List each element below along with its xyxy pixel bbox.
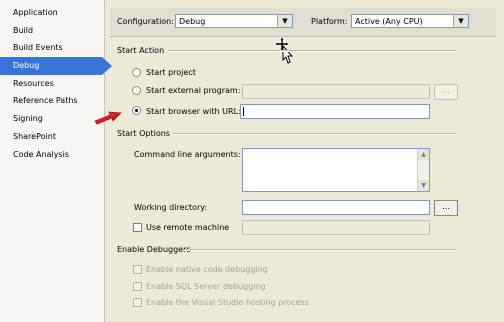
sidebar-item-resources[interactable]: Resources: [0, 75, 104, 93]
enable-debuggers-heading: Enable Debuggers: [117, 245, 191, 254]
project-properties-sidebar: Application Build Build Events Debug Res…: [0, 0, 112, 322]
divider: [168, 50, 456, 52]
native-debugging-checkbox[interactable]: [133, 265, 142, 274]
configuration-select[interactable]: Debug ▼: [175, 14, 293, 28]
sidebar-item-code-analysis[interactable]: Code Analysis: [0, 146, 104, 164]
working-directory-browse-button[interactable]: ...: [434, 200, 458, 216]
scroll-up-icon[interactable]: ▲: [418, 149, 429, 160]
chevron-down-icon[interactable]: ▼: [277, 15, 292, 27]
sidebar-item-build-events[interactable]: Build Events: [0, 39, 104, 57]
start-project-label[interactable]: Start project: [146, 68, 196, 77]
arrow-icon: [94, 111, 122, 125]
start-project-radio[interactable]: [132, 68, 141, 77]
platform-select[interactable]: Active (Any CPU) ▼: [351, 14, 469, 28]
start-browser-url-radio[interactable]: [132, 106, 141, 115]
working-directory-label: Working directory:: [134, 203, 208, 212]
sidebar-item-sharepoint[interactable]: SharePoint: [0, 128, 104, 146]
chevron-down-icon[interactable]: ▼: [453, 15, 468, 27]
vertical-scrollbar[interactable]: ▲ ▼: [417, 149, 429, 191]
start-external-program-label[interactable]: Start external program:: [146, 86, 240, 95]
configuration-label: Configuration:: [117, 17, 174, 26]
start-options-heading: Start Options: [117, 129, 170, 138]
start-browser-url-label[interactable]: Start browser with URL:: [146, 107, 241, 116]
native-debugging-label: Enable native code debugging: [146, 265, 268, 274]
use-remote-machine-label[interactable]: Use remote machine: [146, 223, 229, 232]
divider: [172, 133, 456, 135]
configuration-value: Debug: [179, 17, 206, 26]
browser-url-field[interactable]: [240, 104, 430, 119]
platform-label: Platform:: [311, 17, 348, 26]
start-action-heading: Start Action: [117, 46, 165, 55]
sql-debugging-label: Enable SQL Server debugging: [146, 282, 266, 291]
sidebar-item-debug[interactable]: Debug: [0, 57, 112, 75]
text-caret: [243, 107, 244, 116]
external-program-field[interactable]: [242, 84, 430, 99]
vs-hosting-label: Enable the Visual Studio hosting process: [146, 298, 309, 307]
sidebar-item-build[interactable]: Build: [0, 22, 104, 40]
external-program-browse-button[interactable]: ...: [434, 84, 458, 100]
vs-hosting-checkbox[interactable]: [133, 298, 142, 307]
start-external-program-radio[interactable]: [132, 86, 141, 95]
use-remote-machine-checkbox[interactable]: [133, 223, 142, 232]
command-line-args-textarea[interactable]: ▲ ▼: [242, 148, 430, 192]
divider: [184, 249, 456, 251]
platform-value: Active (Any CPU): [355, 17, 423, 26]
working-directory-field[interactable]: [242, 200, 430, 215]
command-line-label: Command line arguments:: [134, 150, 241, 159]
sidebar-item-reference-paths[interactable]: Reference Paths: [0, 92, 104, 110]
sidebar-item-signing[interactable]: Signing: [0, 110, 104, 128]
scroll-down-icon[interactable]: ▼: [418, 180, 429, 191]
sidebar-item-application[interactable]: Application: [0, 4, 104, 22]
sql-debugging-checkbox[interactable]: [133, 282, 142, 291]
remote-machine-field[interactable]: [242, 220, 430, 235]
